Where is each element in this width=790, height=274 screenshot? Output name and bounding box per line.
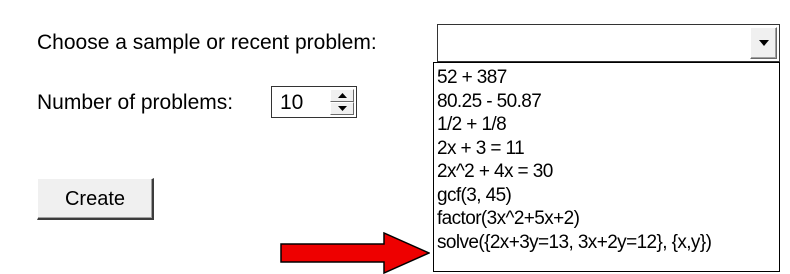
sample-problem-combobox[interactable] [437, 24, 780, 62]
sample-problem-dropdown-list[interactable]: 52 + 387 80.25 - 50.87 1/2 + 1/8 2x + 3 … [433, 62, 780, 272]
create-button[interactable]: Create [37, 178, 154, 220]
number-of-problems-value[interactable]: 10 [280, 91, 303, 115]
number-of-problems-label: Number of problems: [37, 91, 234, 114]
number-of-problems-spinner[interactable]: 10 [271, 86, 357, 118]
red-arrow-icon [280, 232, 430, 274]
dropdown-item[interactable]: 2x^2 + 4x = 30 [437, 160, 779, 184]
sample-problem-label: Choose a sample or recent problem: [37, 31, 377, 54]
dropdown-item[interactable]: factor(3x^2+5x+2) [437, 207, 779, 231]
dropdown-item[interactable]: gcf(3, 45) [437, 184, 779, 208]
dropdown-item[interactable]: 52 + 387 [437, 66, 779, 90]
triangle-up-icon [338, 93, 347, 98]
dropdown-item[interactable]: 1/2 + 1/8 [437, 113, 779, 137]
chevron-down-icon [759, 40, 769, 46]
problem-creation-dialog: { "form": { "sample_label": "Choose a sa… [0, 0, 790, 274]
dropdown-item[interactable]: 2x + 3 = 11 [437, 137, 779, 161]
dropdown-toggle-button[interactable] [750, 27, 777, 59]
spin-up-button[interactable] [330, 89, 354, 102]
triangle-down-icon [338, 106, 347, 111]
spin-down-button[interactable] [330, 102, 354, 115]
dropdown-item[interactable]: 80.25 - 50.87 [437, 90, 779, 114]
dropdown-item[interactable]: solve({2x+3y=13, 3x+2y=12}, {x,y}) [437, 231, 779, 255]
